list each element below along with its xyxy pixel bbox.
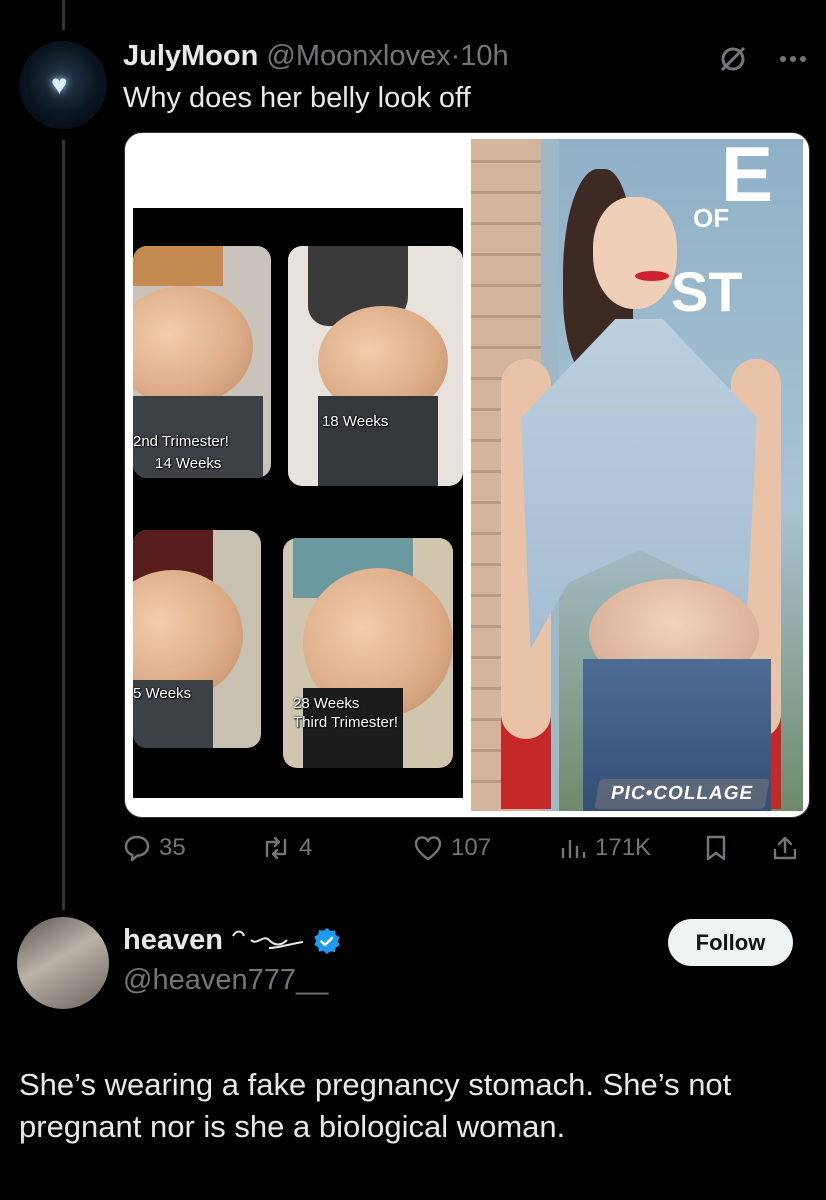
views-count: 171K	[595, 834, 652, 861]
caption-line: 2nd Trimester!	[133, 433, 229, 450]
repost-count: 4	[299, 834, 313, 861]
belly-photo-3: 5 Weeks	[133, 530, 261, 748]
reply-button[interactable]: 35	[123, 834, 186, 862]
views-icon	[561, 840, 586, 858]
heart-icon: ♥	[51, 69, 68, 100]
thread-line-top	[62, 0, 65, 30]
belly-photo-1: 2nd Trimester! 14 Weeks	[133, 246, 271, 478]
caption-line: 18 Weeks	[322, 413, 389, 430]
lips	[635, 271, 669, 281]
swirl-icon	[232, 930, 304, 949]
share-button[interactable]	[771, 834, 799, 862]
like-icon	[414, 836, 442, 861]
tweet-text: Why does her belly look off	[123, 82, 471, 114]
bookmark-button[interactable]	[703, 834, 729, 862]
grok-slash-icon[interactable]	[718, 44, 748, 74]
bookmark-icon	[706, 835, 726, 861]
tweet-corner-icons	[718, 44, 806, 74]
handle[interactable]: @heaven777__	[123, 964, 328, 997]
tweet-media-image[interactable]: 2nd Trimester! 14 Weeks 18 Weeks 5 Weeks…	[124, 132, 810, 818]
views-button[interactable]: 171K	[559, 834, 651, 862]
caption-line: 14 Weeks	[155, 455, 222, 472]
repost-icon	[265, 836, 287, 860]
handle[interactable]: @Moonxlovex	[266, 40, 450, 72]
caption-line: 28 Weeks	[293, 695, 360, 712]
like-count: 107	[451, 834, 492, 861]
display-name[interactable]: heaven	[123, 924, 223, 957]
more-icon[interactable]	[780, 54, 806, 64]
tweet-header: heaven	[123, 924, 341, 957]
thread-line	[62, 140, 65, 910]
belly-photo-2: 18 Weeks	[288, 246, 463, 486]
display-name[interactable]: JulyMoon	[123, 40, 258, 72]
repost-button[interactable]: 4	[261, 834, 312, 862]
like-button[interactable]: 107	[413, 834, 491, 862]
reply-count: 35	[159, 834, 186, 861]
reply-icon	[124, 835, 150, 862]
timestamp[interactable]: 10h	[460, 40, 508, 72]
avatar[interactable]	[17, 917, 109, 1009]
collage-right-panel: E OF ST PIC•COLLAGE	[471, 139, 803, 811]
poster-text: ST	[671, 260, 743, 323]
watermark: PIC•COLLAGE	[594, 779, 770, 809]
belly-photo-4: 28 Weeks Third Trimester!	[283, 538, 453, 768]
action-bar: 35 4 107 171K	[123, 834, 813, 870]
verified-badge-icon	[314, 927, 340, 954]
tweet-header: JulyMoon @Moonxlovex·10h	[123, 40, 509, 73]
poster-text: OF	[693, 203, 730, 233]
caption-line: Third Trimester!	[293, 714, 399, 731]
face	[593, 197, 677, 309]
separator: ·	[450, 40, 461, 72]
share-icon	[773, 836, 797, 860]
follow-button[interactable]: Follow	[668, 919, 793, 966]
caption-line: 5 Weeks	[133, 685, 192, 702]
avatar[interactable]: ♥	[19, 41, 107, 129]
collage-left-panel: 2nd Trimester! 14 Weeks 18 Weeks 5 Weeks…	[133, 208, 463, 798]
tweet-text: She’s wearing a fake pregnancy stomach. …	[19, 1067, 732, 1144]
